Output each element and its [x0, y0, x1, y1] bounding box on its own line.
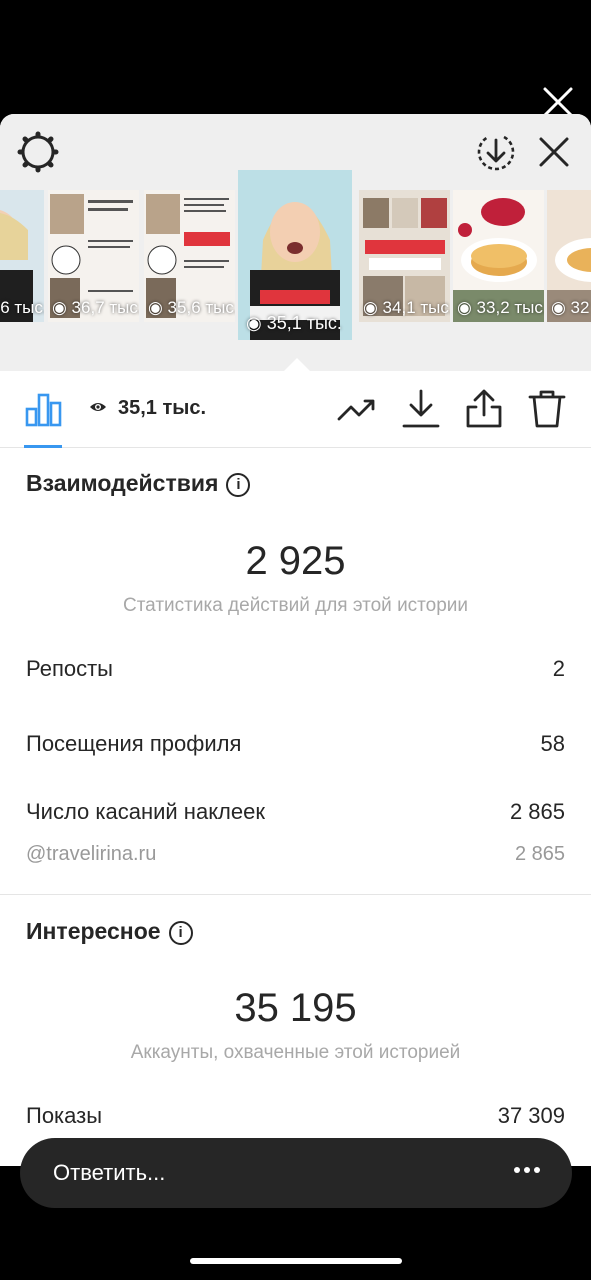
stat-row: Репосты 2	[26, 656, 565, 682]
discovery-section-title: Интересное i	[26, 918, 193, 945]
story-thumbnail-strip[interactable]: ◉ 36,6 тыс. ◉ 36,7 тыс. ◉ 35,6 тыс. ◉ 35…	[0, 114, 591, 371]
insights-toolbar: 35,1 тыс.	[0, 371, 591, 448]
story-thumbnail[interactable]: ◉ 36,7 тыс.	[48, 190, 139, 322]
insights-sheet: ◉ 36,6 тыс. ◉ 36,7 тыс. ◉ 35,6 тыс. ◉ 35…	[0, 114, 591, 1166]
discovery-total: 35 195	[234, 986, 357, 1030]
thumbnail-views: ◉ 36,6 тыс.	[0, 298, 44, 317]
stat-value: 2	[552, 656, 565, 681]
thumbnail-views: ◉ 35,1 тыс.	[246, 313, 342, 333]
interactions-subtitle: Статистика действий для этой истории	[122, 595, 469, 616]
download-icon[interactable]	[401, 389, 441, 429]
stat-value: 2 865	[514, 843, 565, 865]
views-count: 35,1 тыс.	[88, 397, 206, 420]
download-circle-icon[interactable]	[474, 130, 518, 174]
views-count-label: 35,1 тыс.	[118, 397, 207, 419]
close-icon[interactable]	[532, 130, 576, 174]
thumbnail-views: ◉ 35,6 тыс.	[148, 298, 235, 317]
section-divider	[0, 894, 591, 895]
trending-icon[interactable]	[337, 389, 377, 429]
stat-label: @travelirina.ru	[26, 843, 157, 865]
stat-label: Репосты	[26, 656, 113, 681]
reply-input[interactable]: Ответить...	[20, 1138, 572, 1208]
story-thumbnail[interactable]: ◉ 34,1 тыс.	[359, 190, 450, 322]
stat-label: Число касаний наклеек	[26, 799, 265, 824]
stat-label: Посещения профиля	[26, 731, 242, 756]
stat-value: 2 865	[509, 799, 565, 824]
story-thumbnail[interactable]: ◉ 33,2 тыс.	[453, 190, 544, 322]
story-thumbnail[interactable]: ◉ 36,6 тыс.	[0, 190, 44, 322]
thumbnail-views: ◉ 33,2 тыс.	[457, 298, 544, 317]
interactions-total: 2 925	[245, 539, 346, 583]
share-icon[interactable]	[464, 389, 504, 429]
stat-subrow: @travelirina.ru 2 865	[26, 843, 565, 866]
eye-icon	[90, 403, 106, 411]
home-indicator	[190, 1258, 402, 1264]
selected-caret	[284, 358, 310, 371]
trash-icon[interactable]	[527, 389, 567, 429]
stat-value: 58	[540, 731, 565, 756]
interactions-title: Взаимодействия	[26, 470, 219, 496]
settings-gear-icon[interactable]	[16, 130, 60, 174]
stat-row: Посещения профиля 58	[26, 731, 565, 757]
reply-placeholder: Ответить...	[53, 1160, 166, 1185]
insights-bar-chart-icon[interactable]	[24, 389, 64, 429]
story-thumbnail[interactable]: ◉ 35,6 тыс.	[144, 190, 235, 322]
interactions-section-title: Взаимодействия i	[26, 470, 251, 497]
story-thumbnail-selected[interactable]: ◉ 35,1 тыс.	[238, 170, 352, 340]
discovery-title: Интересное	[26, 918, 161, 944]
thumbnail-views: ◉ 36,7 тыс.	[52, 298, 139, 317]
story-thumbnail[interactable]: ◉ 32	[547, 190, 591, 322]
more-options-icon[interactable]	[512, 1160, 542, 1180]
info-icon[interactable]: i	[226, 473, 251, 497]
info-icon[interactable]: i	[168, 921, 193, 945]
thumbnail-views: ◉ 34,1 тыс.	[363, 298, 450, 317]
discovery-subtitle: Аккаунты, охваченные этой историей	[130, 1042, 461, 1063]
stat-row: Число касаний наклеек 2 865	[26, 799, 565, 825]
stat-row: Показы 37 309	[26, 1103, 565, 1129]
active-tab-underline	[24, 445, 62, 448]
stat-label: Показы	[26, 1103, 103, 1128]
thumbnail-views: ◉ 32	[551, 298, 590, 317]
stat-value: 37 309	[497, 1103, 565, 1128]
